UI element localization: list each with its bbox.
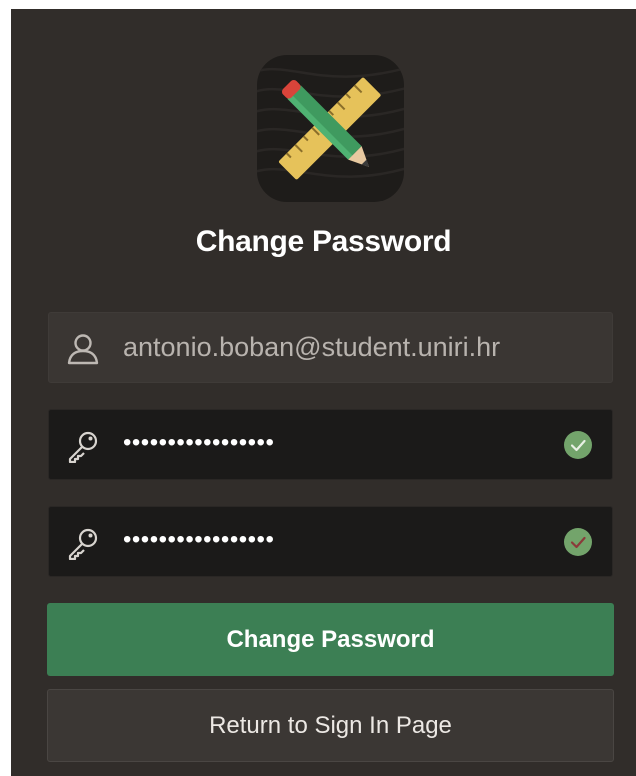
confirm-password-value: ••••••••••••••••• [123, 526, 275, 553]
user-icon [66, 332, 100, 366]
username-value: antonio.boban@student.uniri.hr [123, 332, 501, 362]
change-password-button[interactable]: Change Password [47, 603, 614, 676]
change-password-panel: Change Password antonio.boban@student.un… [11, 9, 636, 776]
confirm-password-field[interactable]: ••••••••••••••••• [48, 506, 613, 577]
new-password-value: ••••••••••••••••• [123, 429, 275, 456]
check-circle-icon [564, 528, 592, 556]
page-title: Change Password [195, 225, 452, 258]
check-circle-icon [564, 431, 592, 459]
pencil-ruler-icon [257, 55, 404, 202]
new-password-field[interactable]: ••••••••••••••••• [48, 409, 613, 480]
return-to-sign-in-button[interactable]: Return to Sign In Page [47, 689, 614, 762]
key-icon [66, 526, 100, 561]
key-icon [66, 429, 100, 464]
username-field[interactable]: antonio.boban@student.uniri.hr [48, 312, 613, 383]
